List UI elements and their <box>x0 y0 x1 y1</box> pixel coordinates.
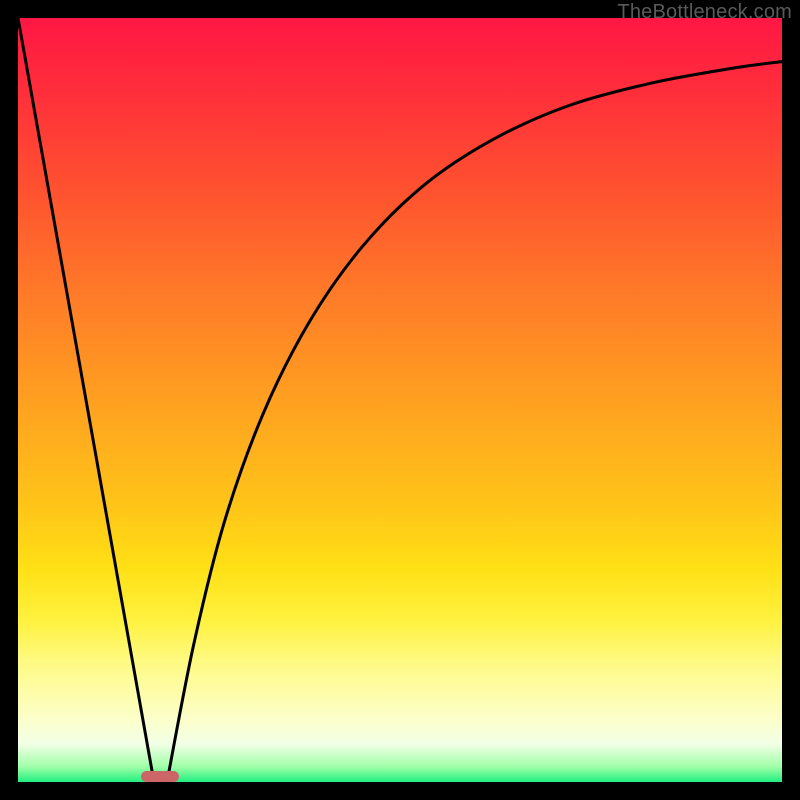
attribution-text: TheBottleneck.com <box>617 1 792 24</box>
left-descent-line <box>18 18 154 782</box>
curve-layer <box>18 18 782 782</box>
bottleneck-marker <box>141 771 179 782</box>
chart-canvas <box>18 18 782 782</box>
right-curve-line <box>167 62 782 782</box>
